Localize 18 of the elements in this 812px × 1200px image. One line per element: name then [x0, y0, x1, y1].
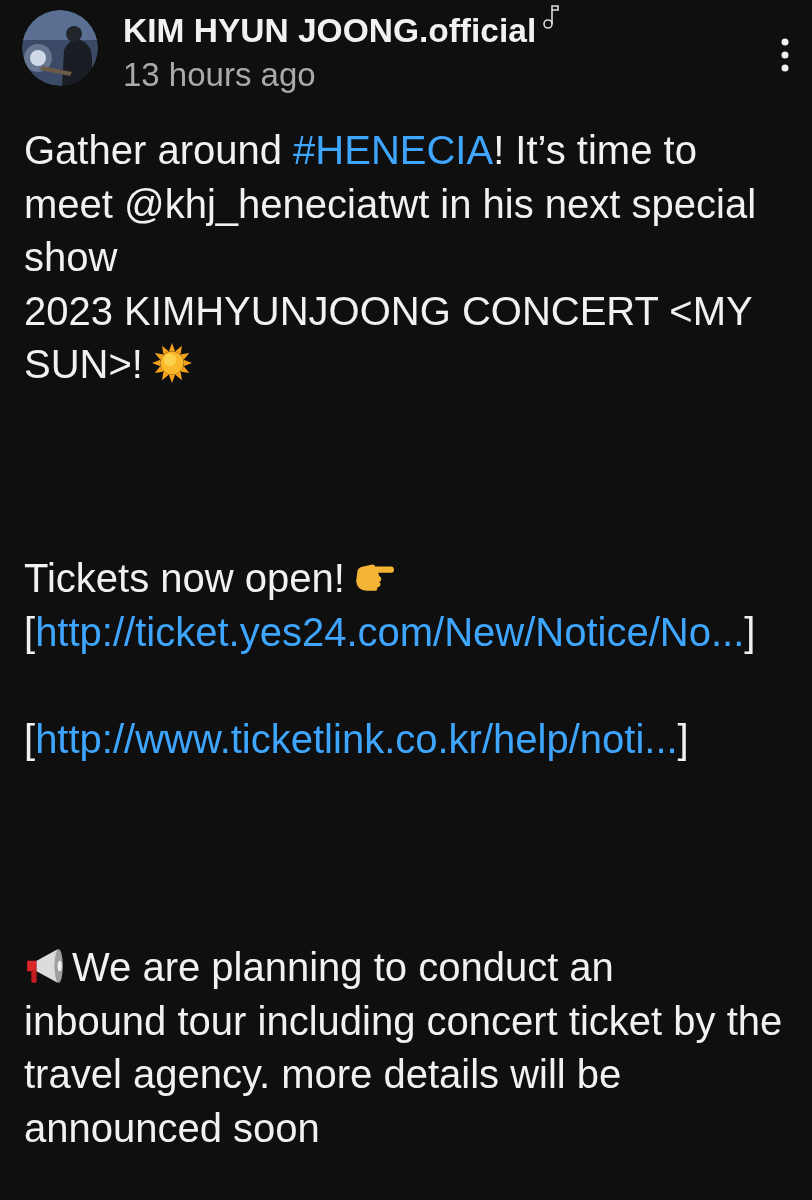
bracket-text: ]	[744, 610, 756, 655]
music-note-icon	[542, 4, 561, 30]
bracket-text: ]	[677, 717, 689, 762]
post-text: 2023 KIMHYUNJOONG CONCERT <MY	[24, 288, 753, 333]
link[interactable]: http://www.ticketlink.co.kr/help/noti...	[35, 717, 678, 762]
post-text: SUN>!	[24, 342, 143, 387]
link[interactable]: http://ticket.yes24.com/New/Notice/No...	[35, 610, 745, 655]
post-time: 13 hours ago	[123, 56, 317, 94]
sun-icon	[150, 342, 193, 385]
hashtag-link[interactable]: #HENECIA	[293, 128, 494, 172]
bracket-text: [	[24, 717, 36, 762]
more-options-icon[interactable]	[780, 38, 790, 72]
bracket-text: [	[24, 610, 36, 655]
post-text: Gather around #HENECIA! It’s time to meet @khj_heneciatwt in his next special show	[24, 128, 757, 280]
channel-name[interactable]: KIM HYUN JOONG.official	[123, 12, 537, 50]
post-text: Tickets now open!	[24, 556, 345, 601]
post-text: We are planning to conduct an	[72, 945, 614, 990]
post-text: inbound tour including concert ticket by the travel agency. more details will be announced soon	[24, 998, 783, 1151]
